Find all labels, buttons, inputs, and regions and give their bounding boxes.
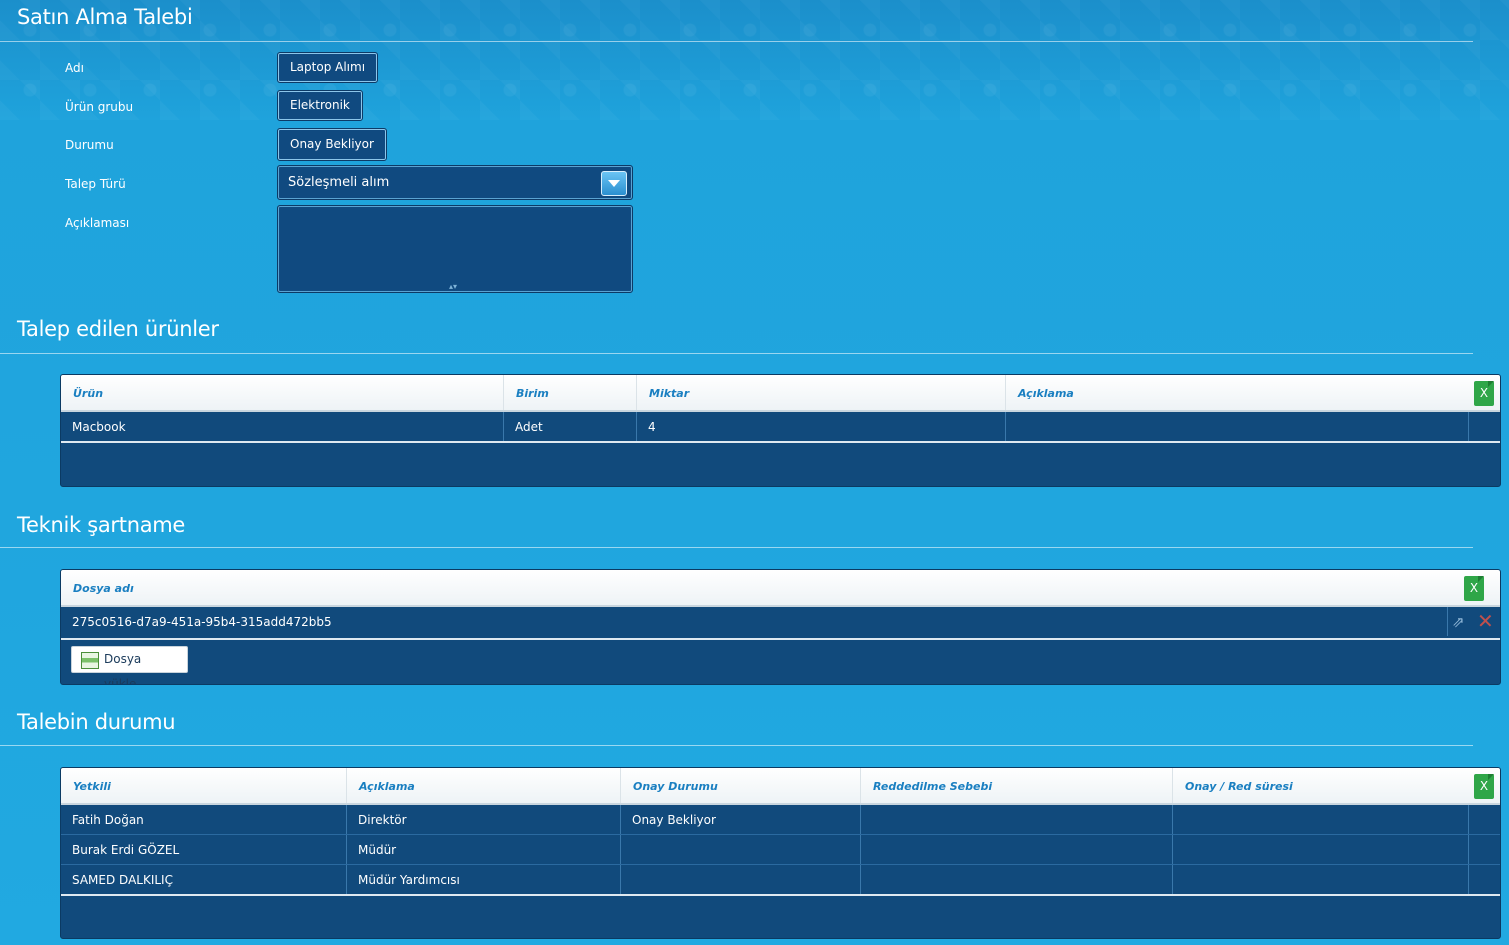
column-header-duration[interactable]: Onay / Red süresi (1172, 768, 1468, 803)
cell-rejection-reason (860, 835, 1172, 864)
page-title: Satın Alma Talebi (17, 5, 193, 29)
field-label-status: Durumu (65, 138, 114, 152)
field-label-description: Açıklaması (65, 216, 130, 230)
status-grid: Yetkili Açıklama Onay Durumu Reddedilme … (60, 767, 1501, 939)
field-label-product-group: Ürün grubu (65, 100, 134, 114)
table-row[interactable]: Burak Erdi GÖZEL Müdür (61, 835, 1500, 865)
column-header-approval-status[interactable]: Onay Durumu (620, 768, 860, 803)
cell-actions: ⇗ ✕ (1447, 606, 1500, 637)
cell-rejection-reason (860, 865, 1172, 894)
cell-actions (1468, 412, 1500, 441)
products-grid: Ürün Birim Miktar Açıklama X Macbook Ade… (60, 374, 1501, 487)
cell-actions (1468, 865, 1500, 894)
table-row[interactable]: SAMED DALKILIÇ Müdür Yardımcısı (61, 865, 1500, 896)
field-label-request-type: Talep Türü (65, 177, 126, 191)
upload-file-button[interactable]: Dosya yükle... (71, 646, 188, 684)
column-header-product[interactable]: Ürün (61, 375, 503, 410)
cell-duration (1172, 835, 1468, 864)
spec-grid: Dosya adı X 275c0516-d7a9-451a-95b4-315a… (60, 569, 1501, 685)
cell-duration (1172, 805, 1468, 834)
cell-authority: SAMED DALKILIÇ (72, 873, 173, 887)
cell-description (1005, 412, 1468, 441)
cell-approval-status: Onay Bekliyor (620, 805, 860, 834)
spreadsheet-icon (81, 652, 99, 669)
cell-approval-status (620, 835, 860, 864)
column-header-rejection-reason[interactable]: Reddedilme Sebebi (860, 768, 1172, 803)
upload-file-label: Dosya yükle... (104, 652, 148, 685)
header-background-pattern (0, 0, 1509, 120)
divider (0, 353, 1473, 354)
status-value-button[interactable]: Onay Bekliyor (277, 128, 387, 161)
cell-product: Macbook (72, 420, 126, 434)
excel-export-button[interactable]: X (1464, 576, 1484, 601)
column-header-authority[interactable]: Yetkili (61, 768, 346, 803)
cell-description: Müdür (346, 835, 620, 864)
cell-actions (1468, 835, 1500, 864)
cell-rejection-reason (860, 805, 1172, 834)
cell-file-name: 275c0516-d7a9-451a-95b4-315add472bb5 (72, 615, 332, 629)
request-type-select[interactable]: Sözleşmeli alım (277, 165, 633, 200)
excel-export-button[interactable]: X (1474, 381, 1494, 406)
cell-authority: Fatih Doğan (72, 813, 144, 827)
cell-authority: Burak Erdi GÖZEL (72, 843, 180, 857)
section-title-spec: Teknik şartname (17, 513, 186, 537)
divider (0, 547, 1473, 548)
cell-description: Müdür Yardımcısı (346, 865, 620, 894)
section-title-status: Talebin durumu (17, 710, 176, 734)
description-textarea[interactable]: ▴▾ (277, 205, 633, 293)
table-row[interactable]: Macbook Adet 4 (61, 412, 1500, 443)
name-value-button[interactable]: Laptop Alımı (277, 52, 379, 83)
column-header-unit[interactable]: Birim (503, 375, 636, 410)
upload-area: Dosya yükle... (61, 640, 1500, 684)
close-icon[interactable]: ✕ (1477, 606, 1494, 636)
field-label-name: Adı (65, 61, 84, 75)
external-link-icon[interactable]: ⇗ (1452, 607, 1465, 637)
cell-actions (1468, 805, 1500, 834)
cell-duration (1172, 865, 1468, 894)
column-header-description[interactable]: Açıklama (346, 768, 620, 803)
section-title-products: Talep edilen ürünler (17, 317, 219, 341)
cell-approval-status (620, 865, 860, 894)
request-type-selected-value: Sözleşmeli alım (288, 175, 390, 190)
column-header-description[interactable]: Açıklama (1005, 375, 1468, 410)
product-group-value-button[interactable]: Elektronik (277, 90, 363, 121)
resize-handle-icon[interactable]: ▴▾ (449, 282, 457, 291)
cell-unit: Adet (503, 412, 636, 441)
column-header-quantity[interactable]: Miktar (636, 375, 1005, 410)
cell-description: Direktör (346, 805, 620, 834)
excel-export-button[interactable]: X (1474, 774, 1494, 799)
status-grid-header: Yetkili Açıklama Onay Durumu Reddedilme … (61, 768, 1500, 805)
column-header-file-name[interactable]: Dosya adı (61, 570, 1449, 605)
spec-grid-header: Dosya adı X (61, 570, 1500, 607)
table-row[interactable]: Fatih Doğan Direktör Onay Bekliyor (61, 805, 1500, 835)
divider (0, 745, 1473, 746)
cell-quantity: 4 (636, 412, 1005, 441)
divider (0, 41, 1473, 42)
products-grid-header: Ürün Birim Miktar Açıklama X (61, 375, 1500, 412)
table-row[interactable]: 275c0516-d7a9-451a-95b4-315add472bb5 ⇗ ✕ (61, 607, 1500, 640)
chevron-down-icon[interactable] (601, 171, 627, 196)
